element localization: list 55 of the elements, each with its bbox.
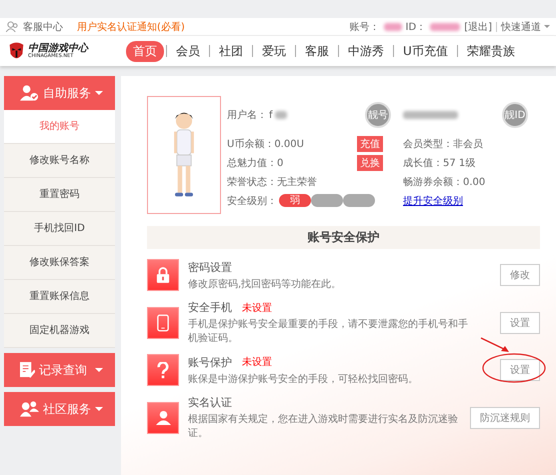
item-description: 根据国家有关规定，您在进入游戏时需要进行实名及防沉迷验证。: [188, 412, 459, 440]
item-title: 密码设置: [188, 260, 232, 274]
nav-tab[interactable]: 爱玩: [255, 40, 293, 62]
item-button[interactable]: 修改: [500, 264, 540, 286]
item-description: 手机是保护账号安全最重要的手段，请不要泄露您的手机号和手机验证码。: [188, 318, 469, 345]
status-text: 未设置: [242, 302, 272, 314]
info-text: 荣誉状态：无主荣誉: [227, 176, 317, 188]
item-button[interactable]: 设置: [500, 359, 540, 381]
security-level-label: 安全级别：: [227, 194, 277, 208]
pretty-id-badge: 靓ID: [502, 102, 528, 128]
item-title: 安全手机: [188, 300, 232, 315]
status-text: 未设置: [242, 356, 272, 369]
logout-link[interactable]: [退出]: [464, 20, 492, 34]
info-text: 会员类型：非会员: [403, 138, 483, 150]
info-text: U币余额：0.00U: [227, 138, 304, 150]
sidebar-item[interactable]: 重置密码: [4, 178, 115, 212]
item-description: 修改原密码,找回密码等功能在此。: [188, 278, 342, 290]
sidebar-item[interactable]: 重置账保信息: [4, 280, 115, 314]
info-text: 成长值：57 1级: [403, 156, 476, 170]
sidebar-group-header[interactable]: 社区服务: [4, 392, 115, 426]
username-value: f: [269, 110, 273, 120]
nav-tab[interactable]: 客服: [298, 40, 336, 62]
quick-menu[interactable]: 快速通道: [501, 20, 550, 34]
nav-tab[interactable]: 首页: [126, 40, 164, 62]
notice-link[interactable]: 用户实名认证通知(必看): [77, 20, 185, 34]
id-label: ID：: [406, 20, 426, 34]
security-level-segment: 弱: [279, 194, 311, 207]
sidebar-item[interactable]: 我的账号: [4, 110, 115, 144]
nav-tab[interactable]: 荣耀贵族: [460, 40, 522, 62]
username-label: 用户名：: [227, 108, 267, 122]
sidebar-item[interactable]: 固定机器游戏: [4, 314, 115, 348]
info-text: 总魅力值：0: [227, 156, 284, 170]
upgrade-security-link[interactable]: 提升安全级别: [403, 194, 463, 208]
pretty-number-badge: 靓号: [365, 102, 391, 128]
customer-service-link[interactable]: 客服中心: [23, 20, 63, 34]
account-label: 账号：: [350, 20, 380, 34]
action-button[interactable]: 兑换: [357, 154, 383, 170]
action-button[interactable]: 充值: [357, 136, 383, 152]
item-button[interactable]: 防沉迷规则: [470, 406, 540, 428]
nav-tab[interactable]: U币充值: [396, 40, 455, 62]
item-title: 实名认证: [188, 395, 232, 410]
item-title: 账号保护: [188, 354, 232, 370]
sidebar-group-header[interactable]: 自助服务: [4, 76, 115, 110]
item-button[interactable]: 设置: [500, 312, 540, 334]
sidebar-item[interactable]: 修改账号名称: [4, 144, 115, 178]
sidebar-item[interactable]: 修改账保答案: [4, 246, 115, 280]
item-description: 账保是中游保护账号安全的手段，可轻松找回密码。: [188, 372, 419, 386]
nav-tab[interactable]: 社团: [212, 40, 250, 62]
section-header: 账号安全保护: [147, 226, 540, 249]
nav-tab[interactable]: 中游秀: [341, 40, 391, 62]
nav-tab[interactable]: 会员: [169, 40, 207, 62]
sidebar-group-header[interactable]: 记录查询: [4, 353, 115, 387]
logo-name: 中国游戏中心: [28, 44, 88, 54]
info-text: 畅游券余额：0.00: [403, 176, 486, 188]
sidebar-item[interactable]: 手机找回ID: [4, 212, 115, 246]
